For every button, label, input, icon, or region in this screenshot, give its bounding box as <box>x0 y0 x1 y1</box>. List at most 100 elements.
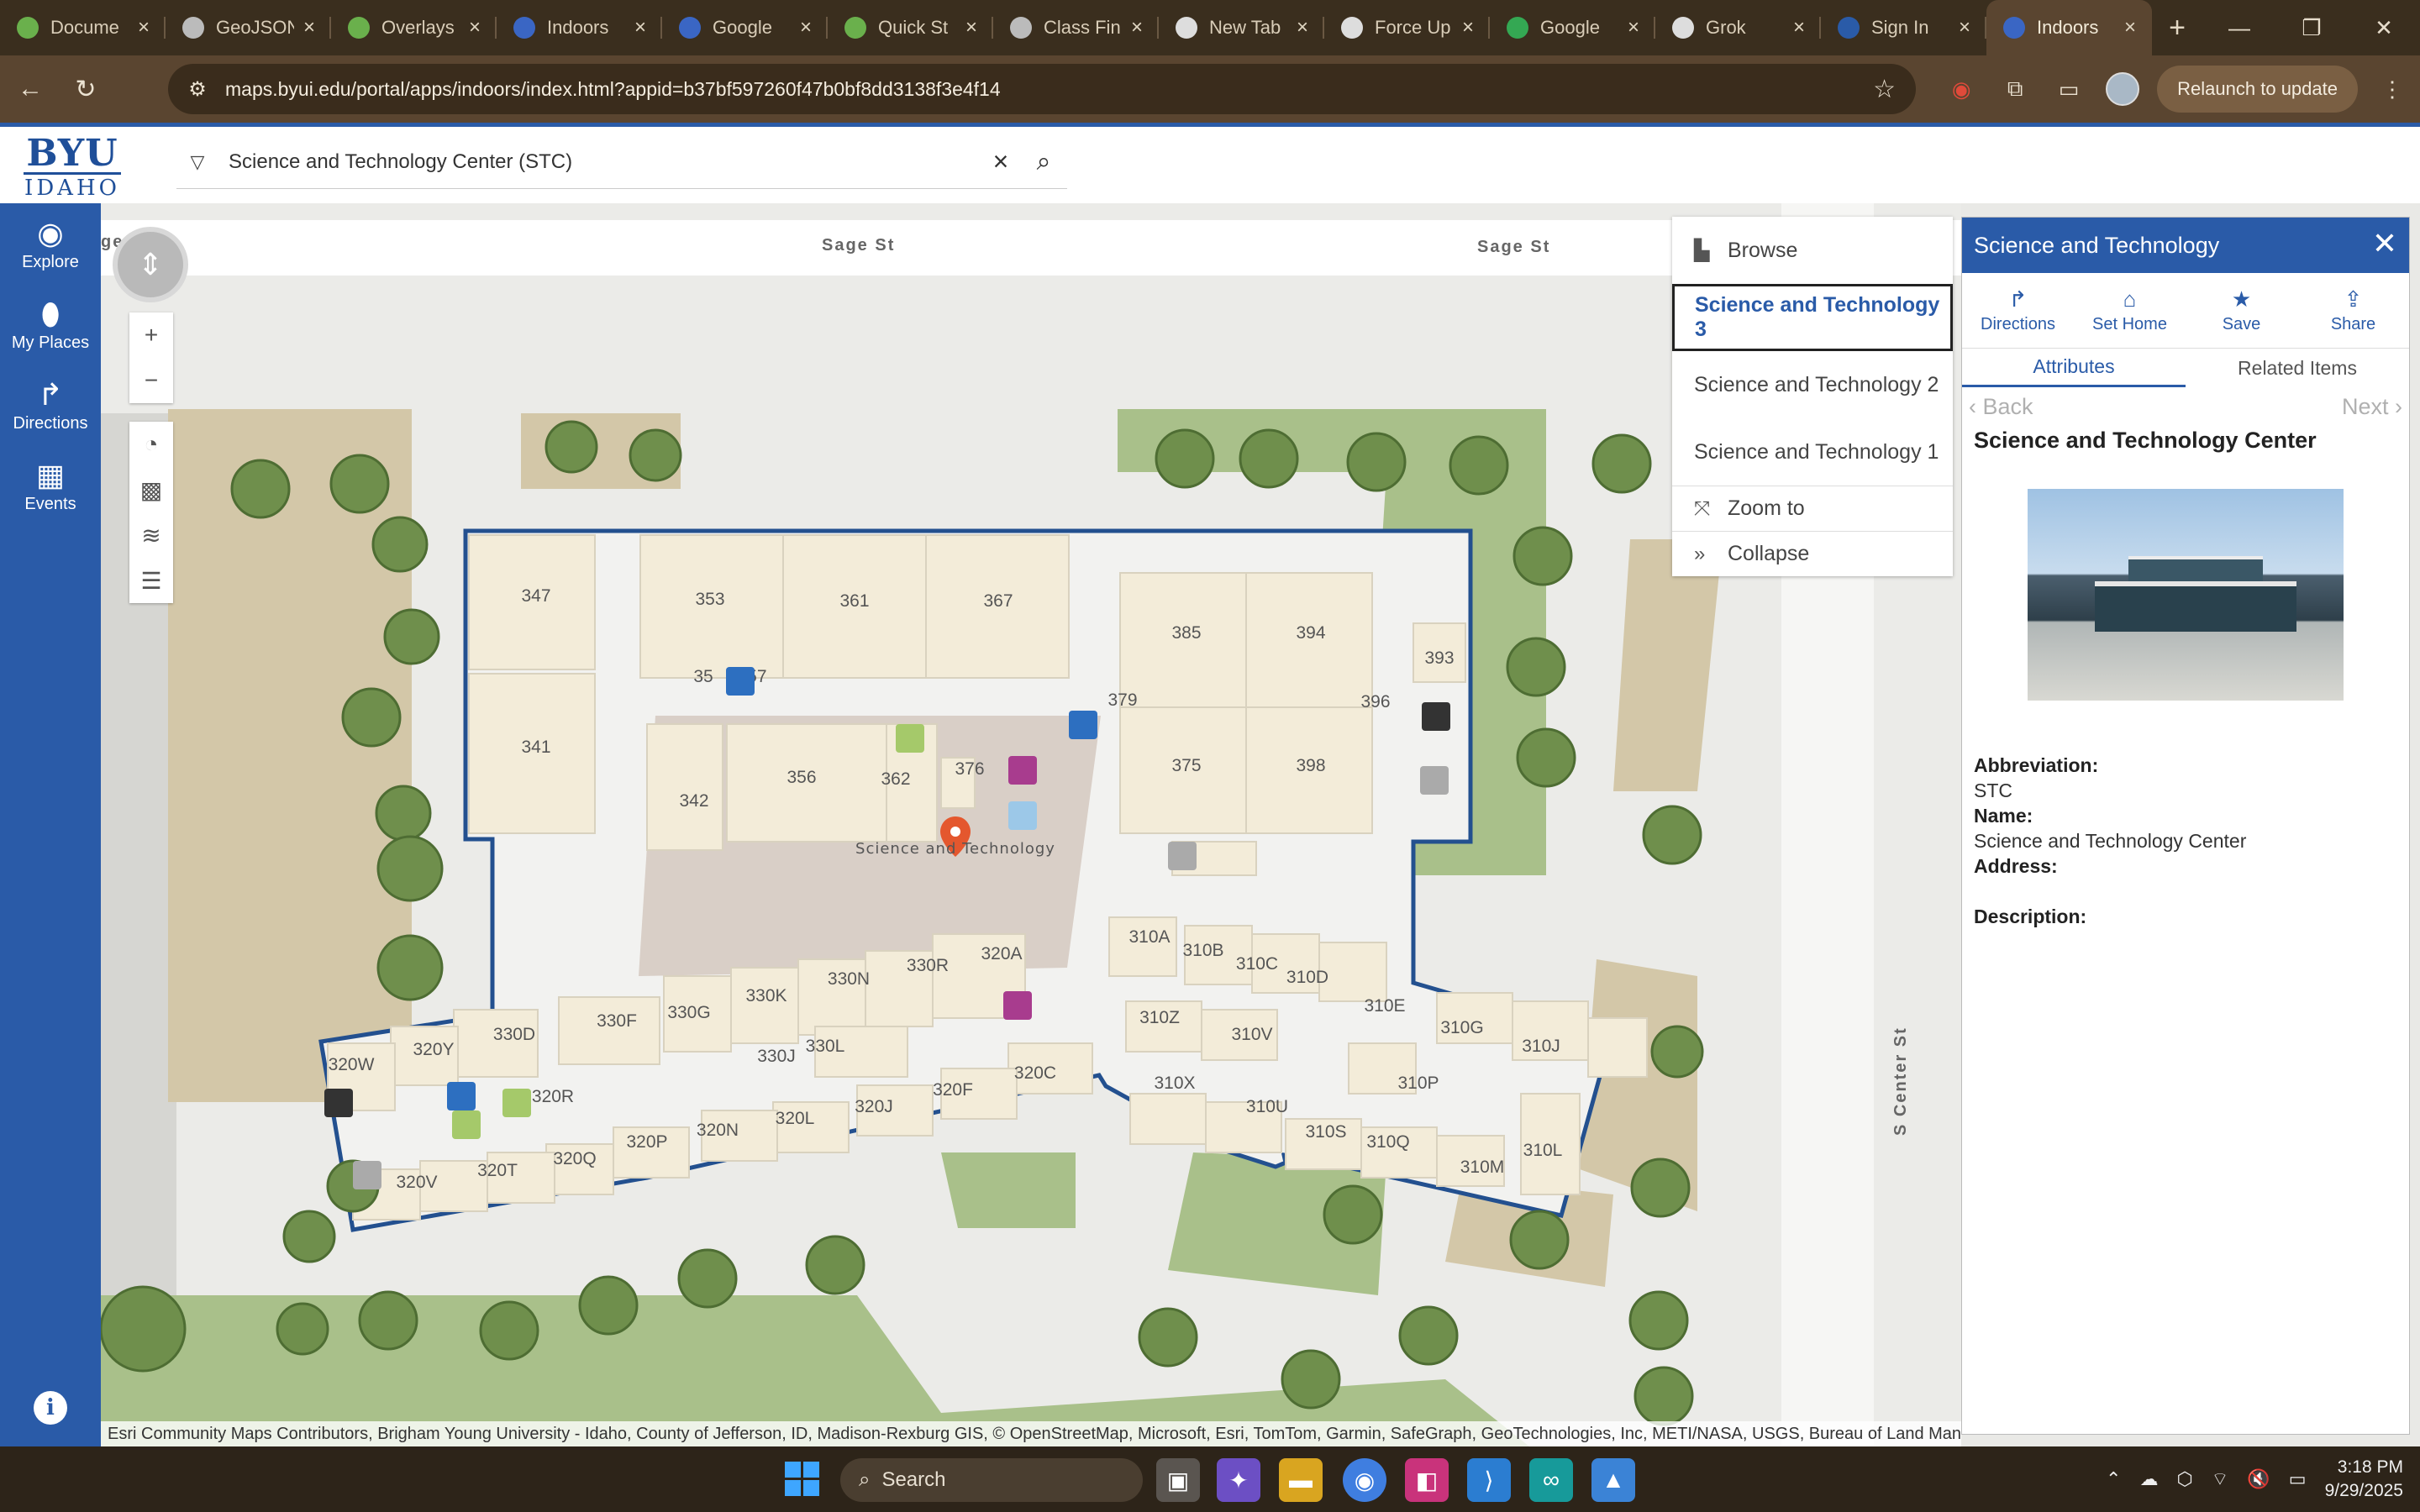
browser-tab[interactable]: Google × <box>662 0 828 55</box>
browser-tab[interactable]: Grok × <box>1655 0 1821 55</box>
room-label[interactable]: 320Q <box>553 1149 596 1168</box>
room-label[interactable]: 341 <box>521 738 550 757</box>
browser-tab[interactable]: Class Fin × <box>993 0 1159 55</box>
room-label[interactable]: 330N <box>828 969 870 989</box>
extension-red-icon[interactable]: ◉ <box>1942 70 1981 108</box>
tab-close-icon[interactable]: × <box>1287 16 1318 39</box>
maximize-button[interactable]: ❐ <box>2275 0 2348 55</box>
qr-code-icon[interactable]: ▩ <box>129 467 173 512</box>
sidebar-item-explore[interactable]: ◉ Explore <box>0 203 101 284</box>
room-label[interactable]: 310X <box>1154 1074 1195 1093</box>
room-label[interactable]: 310Q <box>1366 1132 1409 1152</box>
room-label[interactable]: 320L <box>776 1109 815 1128</box>
elevator-icon[interactable] <box>1422 702 1450 731</box>
room-label[interactable]: 353 <box>695 590 724 609</box>
compass-icon[interactable]: ⇕ <box>113 227 188 302</box>
back-button[interactable]: ‹ Back <box>1969 394 2033 420</box>
floor-option-2[interactable]: Science and Technology 2 <box>1672 351 1953 418</box>
room-label[interactable]: 320A <box>981 944 1022 963</box>
room-label[interactable]: 310J <box>1522 1037 1560 1056</box>
stairs-icon[interactable] <box>1168 842 1197 870</box>
browser-tab[interactable]: Quick St × <box>828 0 993 55</box>
info-icon[interactable]: i <box>34 1391 67 1425</box>
room-label[interactable]: 310L <box>1523 1141 1563 1160</box>
collapse-button[interactable]: » Collapse <box>1672 531 1953 576</box>
room-label[interactable]: 379 <box>1107 690 1137 710</box>
floor-option-1[interactable]: Science and Technology 1 <box>1672 418 1953 486</box>
zoom-out-button[interactable]: − <box>129 358 173 403</box>
file-explorer-icon[interactable]: ▬ <box>1279 1458 1323 1502</box>
vending-icon[interactable] <box>1003 991 1032 1020</box>
tab-close-icon[interactable]: × <box>956 16 986 39</box>
room-label[interactable]: 362 <box>881 769 910 789</box>
url-text[interactable]: maps.byui.edu/portal/apps/indoors/index.… <box>225 78 1001 101</box>
room-label[interactable]: 347 <box>521 586 550 606</box>
family-restroom-icon[interactable] <box>452 1110 481 1139</box>
room-label[interactable]: 330F <box>597 1011 637 1031</box>
room-label[interactable]: 330R <box>907 956 949 975</box>
stairs-icon[interactable] <box>1420 766 1449 795</box>
room-label[interactable]: 320W <box>329 1055 375 1074</box>
room-label[interactable]: 310B <box>1182 941 1223 960</box>
room-label[interactable]: 375 <box>1171 756 1201 775</box>
browser-tab[interactable]: GeoJSON × <box>166 0 331 55</box>
next-button[interactable]: Next › <box>2342 394 2402 420</box>
site-settings-icon[interactable]: ⚙ <box>176 77 218 102</box>
room-label[interactable]: 330G <box>667 1003 710 1022</box>
room-label[interactable]: 320N <box>697 1121 739 1140</box>
room-label[interactable]: 396 <box>1360 692 1390 711</box>
vscode-icon[interactable]: ⟩ <box>1467 1458 1511 1502</box>
new-tab-button[interactable]: + <box>2152 12 2202 45</box>
sidebar-item-events[interactable]: ▦ Events <box>0 445 101 526</box>
room-label[interactable]: 361 <box>839 591 869 611</box>
photos-icon[interactable]: ▲ <box>1591 1458 1635 1502</box>
search-input[interactable] <box>218 140 981 183</box>
browser-tab[interactable]: Overlays × <box>331 0 497 55</box>
back-arrow-icon[interactable]: ← <box>5 64 55 114</box>
room-label[interactable]: 320V <box>396 1173 437 1192</box>
room-label[interactable]: 330D <box>493 1025 535 1044</box>
tab-close-icon[interactable]: × <box>1784 16 1814 39</box>
room-label[interactable]: 310G <box>1440 1018 1483 1037</box>
browser-tab[interactable]: Docume × <box>0 0 166 55</box>
tab-close-icon[interactable]: × <box>1122 16 1152 39</box>
app-pink-icon[interactable]: ◧ <box>1405 1458 1449 1502</box>
chrome-icon[interactable]: ◉ <box>1343 1458 1386 1502</box>
address-bar[interactable]: ⚙ maps.byui.edu/portal/apps/indoors/inde… <box>168 64 1916 114</box>
chevron-up-icon[interactable]: ⌃ <box>2106 1468 2121 1490</box>
byu-idaho-logo[interactable]: BYU IDAHO <box>24 135 121 202</box>
tab-close-icon[interactable]: × <box>2115 16 2145 39</box>
room-label[interactable]: 310M <box>1460 1158 1505 1177</box>
directions-button[interactable]: ↱ Directions <box>1962 273 2074 348</box>
tab-close-icon[interactable]: × <box>460 16 490 39</box>
clock[interactable]: 3:18 PM 9/29/2025 <box>2325 1456 2403 1503</box>
browse-button[interactable]: ▙ Browse <box>1672 217 1953 284</box>
room-label[interactable]: 310V <box>1231 1025 1272 1044</box>
clear-icon[interactable]: × <box>981 146 1020 177</box>
room-label[interactable]: 310S <box>1305 1122 1346 1142</box>
accessible-icon[interactable] <box>1069 711 1097 739</box>
close-icon[interactable]: ✕ <box>2372 226 2397 261</box>
room-label[interactable]: 342 <box>679 791 708 811</box>
room-label[interactable]: 310D <box>1286 968 1328 987</box>
tab-close-icon[interactable]: × <box>1949 16 1980 39</box>
zoom-to-button[interactable]: ⤧ Zoom to <box>1672 486 1953 531</box>
browser-tab[interactable]: New Tab × <box>1159 0 1324 55</box>
women-restroom-icon[interactable] <box>1008 756 1037 785</box>
sidebar-item-my-places[interactable]: ⬮ My Places <box>0 284 101 365</box>
tab-close-icon[interactable]: × <box>129 16 159 39</box>
room-label[interactable]: 398 <box>1296 756 1325 775</box>
extensions-puzzle-icon[interactable]: ⧉ <box>1996 70 2034 108</box>
minimize-button[interactable]: — <box>2203 0 2275 55</box>
tab-attributes[interactable]: Attributes <box>1962 349 2186 387</box>
bookmark-star-icon[interactable]: ☆ <box>1873 75 1896 104</box>
arduino-icon[interactable]: ∞ <box>1529 1458 1573 1502</box>
profile-avatar[interactable] <box>2103 70 2142 108</box>
room-label[interactable]: 330J <box>757 1047 796 1066</box>
family-restroom-icon[interactable] <box>896 724 924 753</box>
room-label[interactable]: 320F <box>933 1080 973 1100</box>
sidebar-item-directions[interactable]: ↱ Directions <box>0 365 101 445</box>
room-label[interactable]: 320Y <box>413 1040 454 1059</box>
taskbar-search[interactable]: ⌕ Search <box>840 1458 1143 1502</box>
room-label[interactable]: 310A <box>1128 927 1170 947</box>
